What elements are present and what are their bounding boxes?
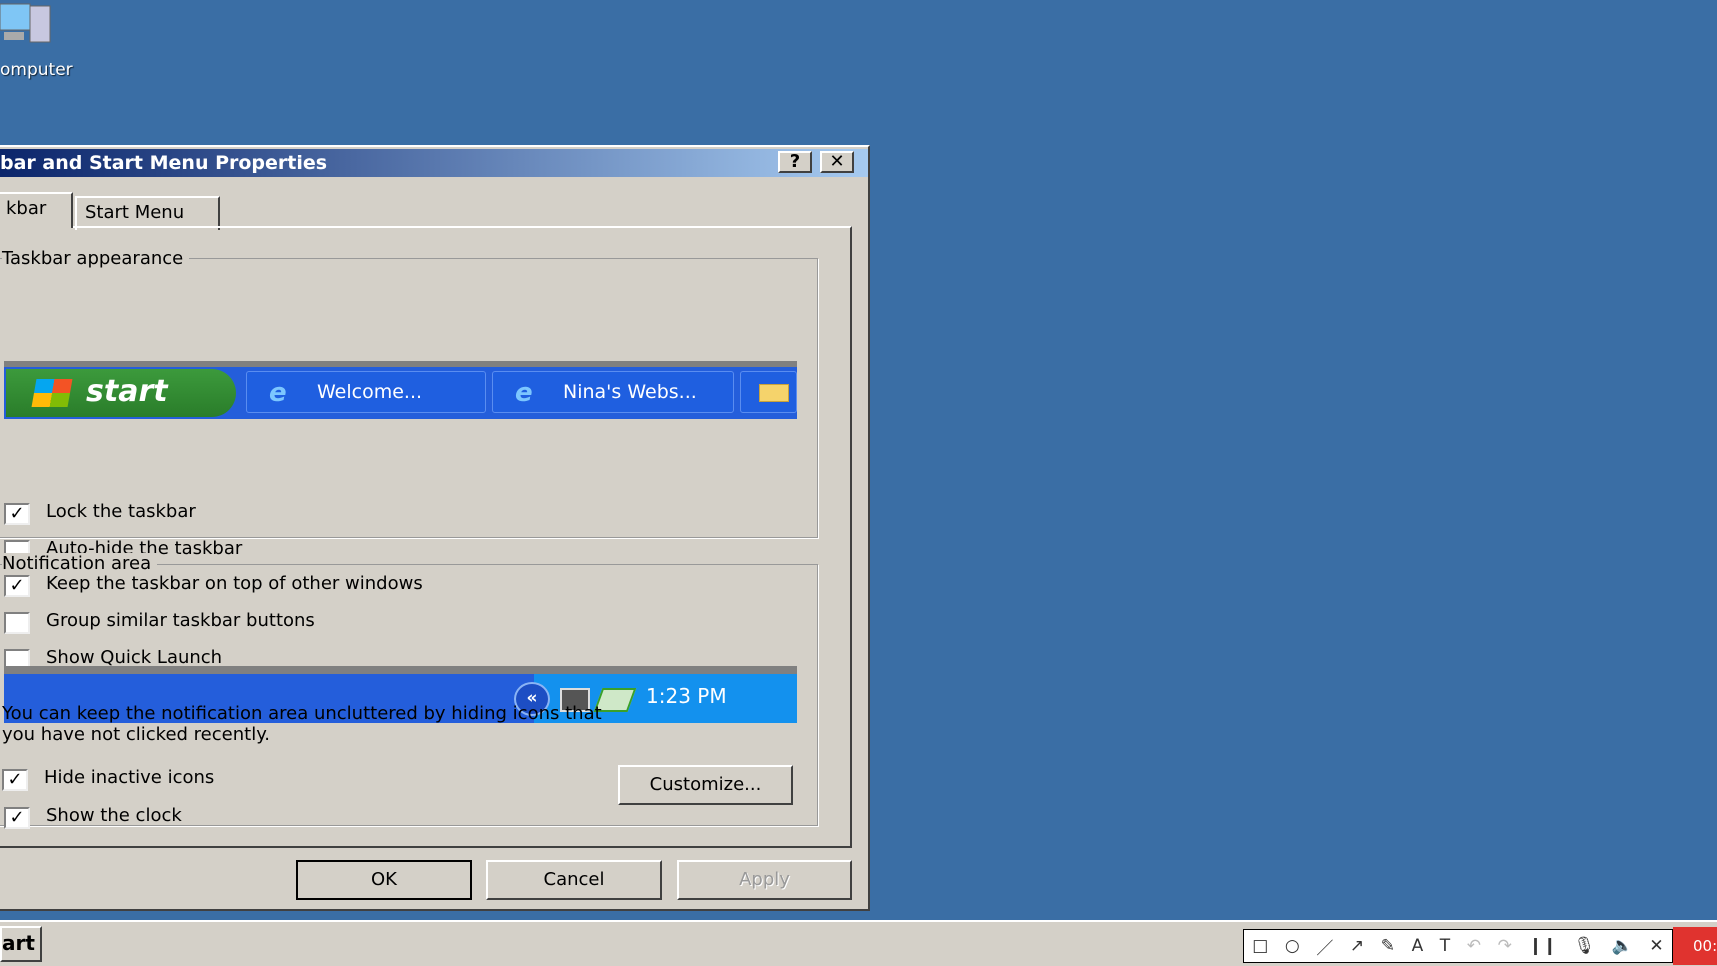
- preview-start-label: start: [86, 374, 168, 409]
- microphone-icon[interactable]: 🎙: [1574, 936, 1596, 956]
- my-computer-icon[interactable]: [0, 0, 54, 52]
- windows-logo-icon: [31, 379, 73, 407]
- text-tool-icon[interactable]: T: [1440, 936, 1450, 956]
- ok-button[interactable]: OK: [296, 860, 472, 900]
- taskbar: art □ ○ ／ ↗ ✎ A T ↶ ↷ ❙❙ 🎙 🔈 ✕ 00:0: [0, 920, 1717, 966]
- show-clock-label[interactable]: Show the clock: [46, 805, 182, 826]
- speaker-icon[interactable]: 🔈: [1612, 936, 1633, 956]
- undo-icon[interactable]: ↶: [1467, 936, 1481, 956]
- close-button[interactable]: ✕: [820, 151, 854, 173]
- ie-icon: e: [269, 378, 287, 408]
- recording-timer[interactable]: 00:0: [1673, 927, 1717, 965]
- preview-start-button: start: [6, 369, 236, 417]
- preview-task-button: e Nina's Webs...: [492, 371, 734, 413]
- cancel-button[interactable]: Cancel: [486, 860, 662, 900]
- lock-taskbar-label[interactable]: Lock the taskbar: [46, 501, 196, 522]
- preview-task-button: [740, 371, 797, 413]
- hide-inactive-label[interactable]: Hide inactive icons: [44, 767, 214, 788]
- tab-panel: Taskbar appearance start e Welcome... e Ni…: [0, 226, 852, 848]
- line-tool-icon[interactable]: ／: [1316, 934, 1333, 959]
- task-label: Nina's Webs...: [563, 381, 697, 403]
- hide-inactive-checkbox[interactable]: ✓: [2, 769, 28, 791]
- preview-task-button: e Welcome...: [246, 371, 486, 413]
- rectangle-tool-icon[interactable]: □: [1252, 936, 1268, 956]
- tab-start-menu[interactable]: Start Menu: [75, 196, 220, 230]
- taskbar-properties-dialog: bar and Start Menu Properties ? ✕ kbar S…: [0, 145, 870, 911]
- highlighter-tool-icon[interactable]: A: [1412, 936, 1424, 956]
- start-button[interactable]: art: [0, 926, 42, 962]
- help-button[interactable]: ?: [778, 151, 812, 173]
- customize-button[interactable]: Customize...: [618, 765, 793, 805]
- pencil-tool-icon[interactable]: ✎: [1381, 936, 1395, 956]
- description-line: You can keep the notification area unclu…: [2, 703, 602, 724]
- show-clock-checkbox[interactable]: ✓: [4, 807, 30, 829]
- recorder-toolbar: □ ○ ／ ↗ ✎ A T ↶ ↷ ❙❙ 🎙 🔈 ✕: [1243, 929, 1673, 963]
- taskbar-preview: start e Welcome... e Nina's Webs...: [4, 361, 797, 419]
- my-computer-label[interactable]: omputer: [0, 60, 73, 80]
- title-bar[interactable]: bar and Start Menu Properties: [0, 149, 868, 177]
- redo-icon[interactable]: ↷: [1498, 936, 1512, 956]
- tab-taskbar[interactable]: kbar: [0, 192, 73, 228]
- ie-icon: e: [515, 378, 533, 408]
- apply-button[interactable]: Apply: [677, 860, 852, 900]
- notification-area-label: Notification area: [2, 553, 158, 574]
- description-line: you have not clicked recently.: [2, 724, 271, 745]
- arrow-tool-icon[interactable]: ↗: [1350, 936, 1364, 956]
- close-recorder-icon[interactable]: ✕: [1649, 936, 1663, 956]
- taskbar-appearance-label: Taskbar appearance: [2, 248, 190, 269]
- notification-description: You can keep the notification area unclu…: [2, 703, 862, 745]
- ellipse-tool-icon[interactable]: ○: [1285, 936, 1300, 956]
- folder-icon: [759, 384, 789, 402]
- pause-icon[interactable]: ❙❙: [1528, 936, 1557, 956]
- lock-taskbar-checkbox[interactable]: ✓: [4, 503, 30, 525]
- dialog-title: bar and Start Menu Properties: [0, 152, 328, 174]
- task-label: Welcome...: [317, 381, 423, 403]
